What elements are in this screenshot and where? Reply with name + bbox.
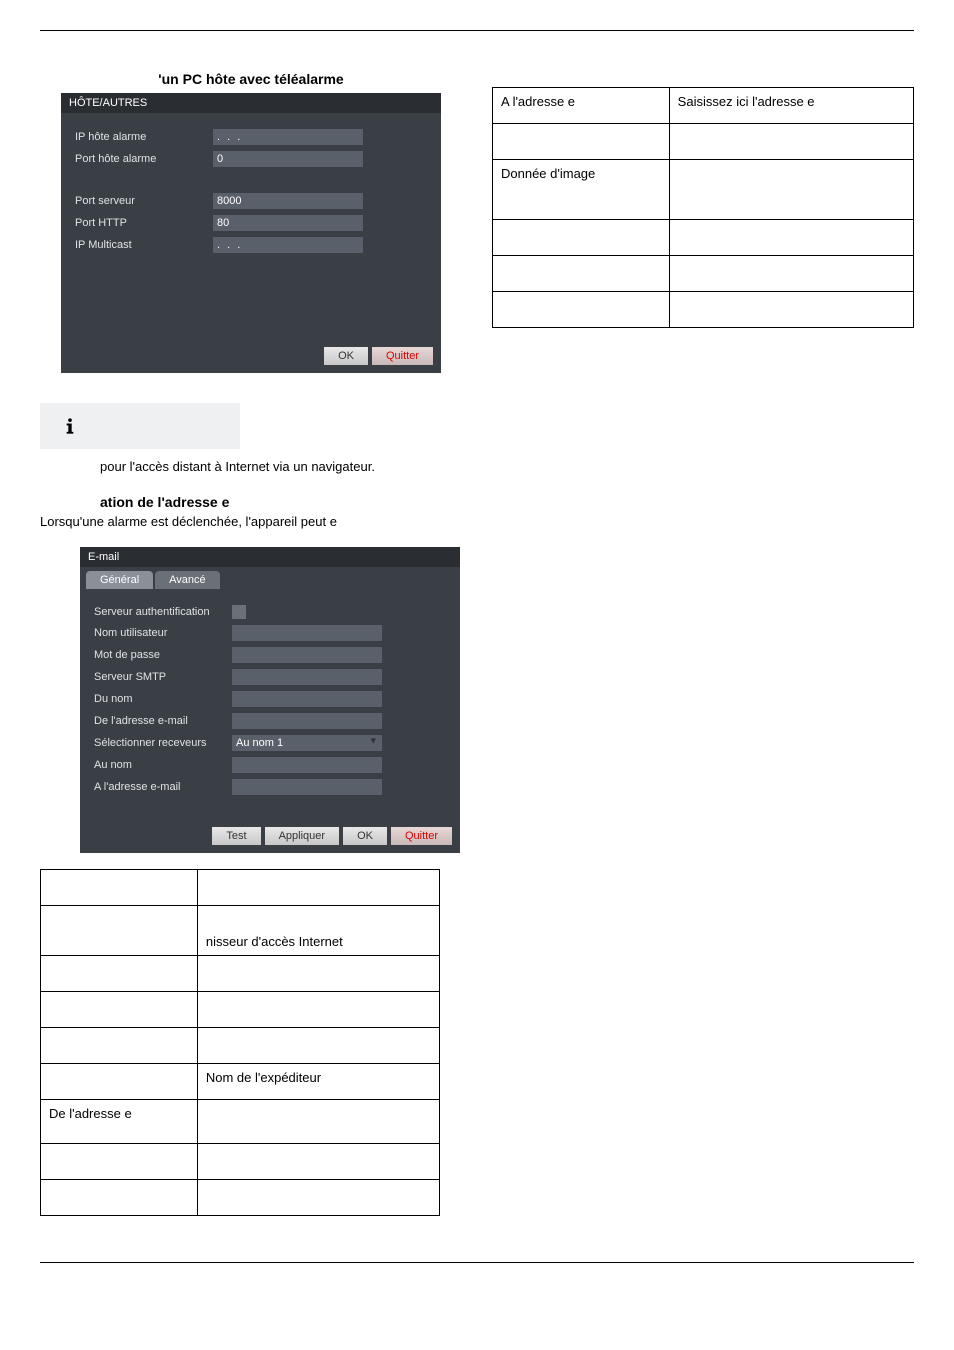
user-label: Nom utilisateur (94, 627, 224, 639)
section2-body: Lorsqu'une alarme est déclenchée, l'appa… (40, 514, 914, 529)
cell (493, 292, 670, 328)
info-icon (40, 403, 240, 449)
table-row: De l'adresse e (41, 1100, 440, 1144)
cell (41, 906, 198, 956)
de-mail-input[interactable] (232, 713, 382, 729)
pass-input[interactable] (232, 647, 382, 663)
cell: Saisissez ici l'adresse e (669, 88, 913, 124)
user-input[interactable] (232, 625, 382, 641)
table-row (493, 124, 914, 160)
note-text: pour l'accès distant à Internet via un n… (100, 459, 914, 474)
du-nom-input[interactable] (232, 691, 382, 707)
cell (669, 292, 913, 328)
cell: A l'adresse e (493, 88, 670, 124)
cell (669, 124, 913, 160)
auth-label: Serveur authentification (94, 606, 224, 618)
cell (41, 870, 198, 906)
cell (41, 1064, 198, 1100)
cell (669, 256, 913, 292)
smtp-label: Serveur SMTP (94, 671, 224, 683)
ip-multicast-label: IP Multicast (75, 239, 205, 251)
a-mail-input[interactable] (232, 779, 382, 795)
table-row (493, 256, 914, 292)
top-rule (40, 30, 914, 31)
table-row (493, 292, 914, 328)
cell (493, 220, 670, 256)
a-mail-label: A l'adresse e-mail (94, 781, 224, 793)
au-nom-input[interactable] (232, 757, 382, 773)
du-nom-label: Du nom (94, 693, 224, 705)
ok-button[interactable]: OK (324, 347, 368, 365)
quitter-button-2[interactable]: Quitter (391, 827, 452, 845)
cell (197, 870, 439, 906)
cell: Donnée d'image (493, 160, 670, 220)
cell (197, 1144, 439, 1180)
cell (197, 1100, 439, 1144)
cell (493, 256, 670, 292)
cell (41, 1180, 198, 1216)
right-doc-table: A l'adresse eSaisissez ici l'adresse e D… (492, 87, 914, 328)
ip-multicast-input[interactable]: . . . (213, 237, 363, 253)
table-row: Nom de l'expéditeur (41, 1064, 440, 1100)
email-panel: E-mail Général Avancé Serveur authentifi… (80, 547, 460, 853)
table-row (41, 1144, 440, 1180)
table-row (41, 992, 440, 1028)
test-button[interactable]: Test (212, 827, 260, 845)
hote-panel-header: HÔTE/AUTRES (61, 93, 441, 113)
de-mail-label: De l'adresse e-mail (94, 715, 224, 727)
ip-hote-label: IP hôte alarme (75, 131, 205, 143)
cell (493, 124, 670, 160)
bottom-rule (40, 1262, 914, 1263)
table-row: A l'adresse eSaisissez ici l'adresse e (493, 88, 914, 124)
email-panel-header: E-mail (80, 547, 460, 567)
cell: Nom de l'expéditeur (197, 1064, 439, 1100)
cell: De l'adresse e (41, 1100, 198, 1144)
cell (197, 956, 439, 992)
left-doc-table: nisseur d'accès Internet Nom de l'expédi… (40, 869, 440, 1216)
cell: nisseur d'accès Internet (197, 906, 439, 956)
cell (197, 1180, 439, 1216)
recv-select[interactable]: Au nom 1 (232, 735, 382, 751)
ok-button-2[interactable]: OK (343, 827, 387, 845)
info-note-box (40, 403, 914, 449)
port-serveur-input[interactable]: 8000 (213, 193, 363, 209)
cell (41, 956, 198, 992)
smtp-input[interactable] (232, 669, 382, 685)
table-row: nisseur d'accès Internet (41, 906, 440, 956)
table-row (41, 956, 440, 992)
cell (669, 220, 913, 256)
cell (41, 1028, 198, 1064)
tab-avance[interactable]: Avancé (155, 571, 220, 589)
cell (41, 1144, 198, 1180)
au-nom-label: Au nom (94, 759, 224, 771)
port-hote-input[interactable]: 0 (213, 151, 363, 167)
tab-general[interactable]: Général (86, 571, 153, 589)
section2-title: ation de l'adresse e (100, 494, 914, 510)
hote-panel: HÔTE/AUTRES IP hôte alarme . . . Port hô… (61, 93, 441, 373)
table-row: Donnée d'image (493, 160, 914, 220)
appliquer-button[interactable]: Appliquer (265, 827, 339, 845)
port-http-label: Port HTTP (75, 217, 205, 229)
recv-label: Sélectionner receveurs (94, 737, 224, 749)
cell (669, 160, 913, 220)
ip-hote-input[interactable]: . . . (213, 129, 363, 145)
cell (197, 992, 439, 1028)
table-row (41, 1028, 440, 1064)
table-row (41, 1180, 440, 1216)
auth-checkbox[interactable] (232, 605, 246, 619)
port-http-input[interactable]: 80 (213, 215, 363, 231)
pass-label: Mot de passe (94, 649, 224, 661)
table-row (41, 870, 440, 906)
port-serveur-label: Port serveur (75, 195, 205, 207)
cell (41, 992, 198, 1028)
table-row (493, 220, 914, 256)
section1-title: 'un PC hôte avec téléalarme (40, 71, 462, 87)
port-hote-label: Port hôte alarme (75, 153, 205, 165)
quitter-button[interactable]: Quitter (372, 347, 433, 365)
cell (197, 1028, 439, 1064)
